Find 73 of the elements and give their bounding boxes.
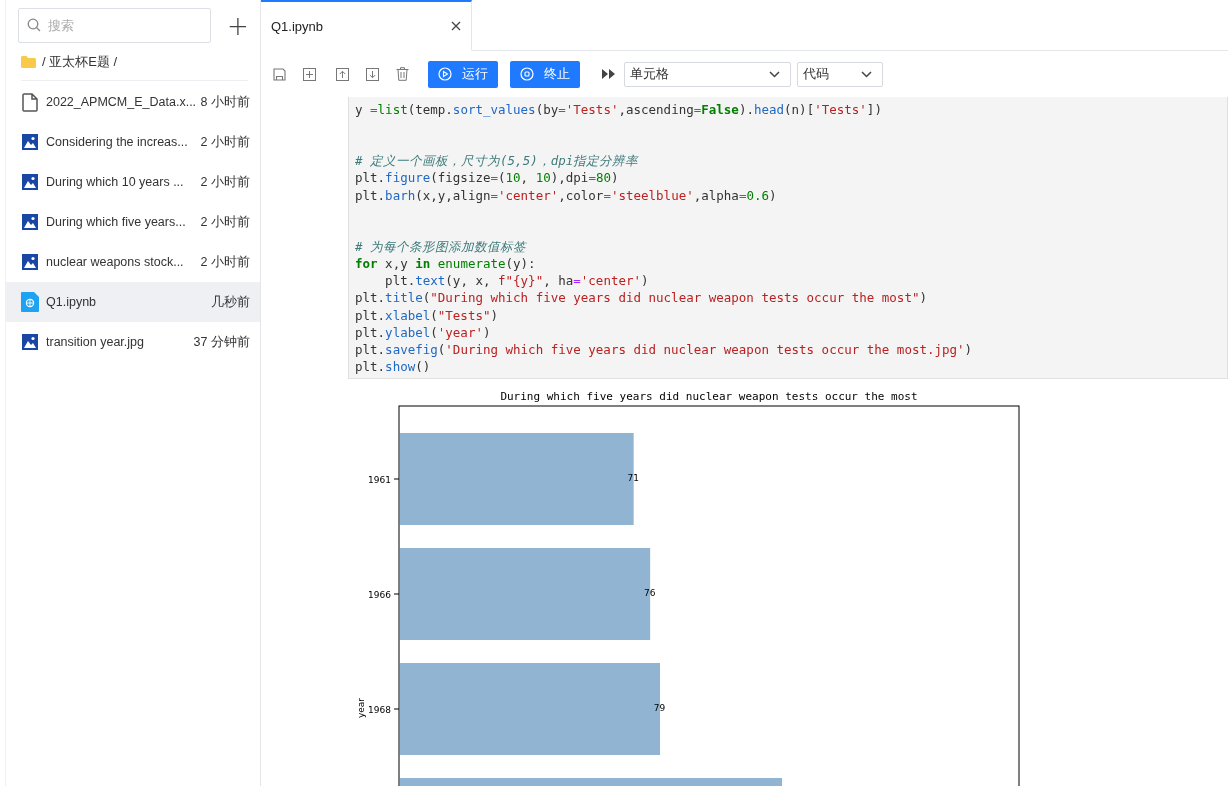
notebook-tab[interactable]: Q1.ipynb <box>261 0 472 51</box>
file-time: 2 小时前 <box>200 213 250 231</box>
file-time: 2 小时前 <box>200 133 250 151</box>
code-line: plt.text(y, x, f"{y}", ha='center') <box>384 272 650 290</box>
file-name: During which five years... <box>46 215 187 229</box>
add-cell-icon[interactable] <box>303 67 316 81</box>
stop-button[interactable]: 终止 <box>510 60 580 88</box>
file-time: 几秒前 <box>211 293 250 311</box>
y-tick <box>393 708 400 710</box>
y-tick-label: 1968 <box>368 705 391 716</box>
file-name: nuclear weapons stock... <box>46 255 185 269</box>
run-button[interactable]: 运行 <box>428 60 498 88</box>
code-line: plt.ylabel('year') <box>355 323 492 341</box>
move-up-icon[interactable] <box>336 67 349 81</box>
file-item[interactable]: transition year.jpg 37 分钟前 <box>6 322 260 362</box>
code-line: plt.title("During which five years did nuclear weapon tests occur the most") <box>355 289 928 307</box>
file-time: 2 小时前 <box>200 253 250 271</box>
code-cell[interactable] <box>348 97 1228 380</box>
file-name: transition year.jpg <box>46 335 145 349</box>
y-axis-label: year <box>356 698 366 719</box>
file-item[interactable]: nuclear weapons stock... 2 小时前 <box>6 242 260 282</box>
file-time: 8 小时前 <box>200 93 250 111</box>
folder-icon <box>21 56 36 68</box>
y-tick-label: 1961 <box>368 475 391 486</box>
image-icon <box>21 254 39 270</box>
close-icon[interactable] <box>451 21 461 31</box>
stop-icon <box>520 67 534 81</box>
search-field[interactable]: 搜索 <box>18 8 211 43</box>
code-line: plt.savefig('During which five years did nuclear weapon tests occur the most.jpg') <box>355 340 974 359</box>
file-name: During which 10 years ... <box>46 175 185 189</box>
save-icon[interactable] <box>273 67 286 81</box>
move-down-icon[interactable] <box>366 67 379 81</box>
y-tick-label: 1966 <box>368 590 391 601</box>
code-line: # 为每个条形图添加数值标签 <box>355 237 528 255</box>
bar-value-label: 76 <box>643 588 656 599</box>
add-button[interactable]: + <box>223 12 253 39</box>
code-line: plt.barh(x,y,align='center',color='steelblue',alpha=0.6) <box>355 186 778 204</box>
image-icon <box>21 134 39 150</box>
file-item[interactable]: 2022_APMCM_E_Data.x... 8 小时前 <box>6 82 260 122</box>
file-item[interactable]: Considering the increas... 2 小时前 <box>6 122 260 162</box>
file-name: Considering the increas... <box>46 135 189 149</box>
file-name: 2022_APMCM_E_Data.x... <box>46 95 197 109</box>
image-icon <box>21 214 39 230</box>
file-item[interactable]: During which 10 years ... 2 小时前 <box>6 162 260 202</box>
play-icon <box>438 67 452 81</box>
cell-type-select[interactable]: 代码 <box>797 61 883 87</box>
chart-title: During which five years did nuclear weapon tests occur the most <box>500 390 918 404</box>
code-line: # 定义一个画板，尺寸为(5,5)，dpi指定分辨率 <box>355 152 640 170</box>
delete-icon[interactable] <box>396 67 409 81</box>
file-time: 37 分钟前 <box>193 333 250 351</box>
breadcrumb-path[interactable]: / 亚太杯E题 / <box>42 53 118 71</box>
chevron-down-icon <box>861 70 872 78</box>
notebook-icon <box>21 292 39 312</box>
code-line: plt.show() <box>355 358 432 376</box>
code-line: for x,y in enumerate(y): <box>355 254 537 273</box>
tab-label: Q1.ipynb <box>271 18 324 34</box>
file-item[interactable]: Q1.ipynb 几秒前 <box>6 282 260 322</box>
y-tick <box>393 593 400 595</box>
code-line: plt.xlabel("Tests") <box>355 306 499 324</box>
bar-value-label: 71 <box>627 473 639 484</box>
image-icon <box>21 334 39 350</box>
file-time: 2 小时前 <box>200 173 250 191</box>
cell-select[interactable]: 单元格 <box>624 61 791 87</box>
y-tick <box>393 478 400 480</box>
bar-value-label: 79 <box>653 703 666 714</box>
document-icon <box>21 92 39 112</box>
code-line: y =list(temp.sort_values(by='Tests',ascending=False).head(n)['Tests']) <box>355 101 883 119</box>
file-name: Q1.ipynb <box>46 295 98 309</box>
fast-forward-icon[interactable] <box>602 69 616 79</box>
code-line: plt.figure(figsize=(10, 10),dpi=80) <box>355 169 620 187</box>
chevron-down-icon <box>769 70 780 78</box>
image-icon <box>21 174 39 190</box>
file-item[interactable]: During which five years... 2 小时前 <box>6 202 260 242</box>
